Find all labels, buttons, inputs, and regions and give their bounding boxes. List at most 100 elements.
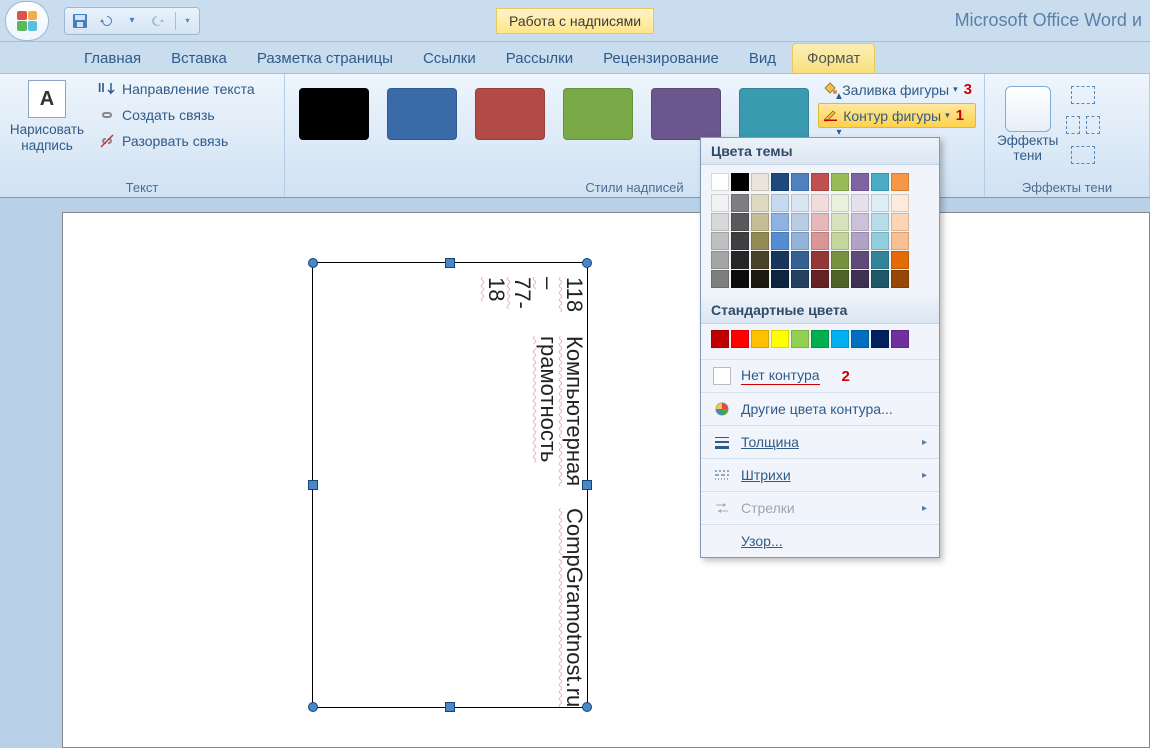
style-thumb[interactable] bbox=[739, 88, 809, 140]
style-thumb[interactable] bbox=[563, 88, 633, 140]
theme-tint-swatch[interactable] bbox=[791, 232, 809, 250]
theme-tint-swatch[interactable] bbox=[731, 270, 749, 288]
standard-color-swatch[interactable] bbox=[891, 330, 909, 348]
style-thumb[interactable] bbox=[299, 88, 369, 140]
create-link-button[interactable]: Создать связь bbox=[94, 104, 259, 126]
theme-tint-swatch[interactable] bbox=[771, 270, 789, 288]
shadow-nudge-right-icon[interactable] bbox=[1086, 116, 1100, 134]
theme-tint-swatch[interactable] bbox=[871, 213, 889, 231]
resize-handle[interactable] bbox=[582, 480, 592, 490]
theme-tint-swatch[interactable] bbox=[731, 232, 749, 250]
theme-tint-swatch[interactable] bbox=[751, 270, 769, 288]
theme-color-swatch[interactable] bbox=[711, 173, 729, 191]
tab-layout[interactable]: Разметка страницы bbox=[243, 44, 407, 73]
theme-tint-swatch[interactable] bbox=[771, 194, 789, 212]
theme-color-swatch[interactable] bbox=[891, 173, 909, 191]
save-icon[interactable] bbox=[71, 12, 89, 30]
shape-outline-button[interactable]: Контур фигуры ▾ 1 bbox=[818, 103, 976, 128]
shadow-effects-button[interactable]: Эффекты тени bbox=[997, 86, 1058, 164]
standard-color-swatch[interactable] bbox=[811, 330, 829, 348]
theme-tint-swatch[interactable] bbox=[751, 194, 769, 212]
theme-tint-swatch[interactable] bbox=[891, 194, 909, 212]
theme-tint-swatch[interactable] bbox=[831, 251, 849, 269]
theme-tint-swatch[interactable] bbox=[791, 270, 809, 288]
standard-color-swatch[interactable] bbox=[771, 330, 789, 348]
theme-color-swatch[interactable] bbox=[731, 173, 749, 191]
theme-tint-swatch[interactable] bbox=[791, 213, 809, 231]
line-dashes-item[interactable]: Штрихи bbox=[701, 458, 939, 491]
theme-tint-swatch[interactable] bbox=[851, 194, 869, 212]
theme-tint-swatch[interactable] bbox=[891, 251, 909, 269]
no-outline-item[interactable]: Нет контура 2 bbox=[701, 359, 939, 392]
tab-mailings[interactable]: Рассылки bbox=[492, 44, 587, 73]
line-pattern-item[interactable]: Узор... bbox=[701, 524, 939, 557]
standard-color-swatch[interactable] bbox=[711, 330, 729, 348]
line-weight-item[interactable]: Толщина bbox=[701, 425, 939, 458]
theme-tint-swatch[interactable] bbox=[831, 270, 849, 288]
theme-tint-swatch[interactable] bbox=[771, 232, 789, 250]
resize-handle[interactable] bbox=[308, 702, 318, 712]
style-thumb[interactable] bbox=[387, 88, 457, 140]
resize-handle[interactable] bbox=[308, 480, 318, 490]
theme-tint-swatch[interactable] bbox=[751, 251, 769, 269]
shadow-nudge-left-icon[interactable] bbox=[1066, 116, 1080, 134]
theme-tint-swatch[interactable] bbox=[791, 251, 809, 269]
standard-color-swatch[interactable] bbox=[831, 330, 849, 348]
redo-icon[interactable] bbox=[149, 12, 167, 30]
theme-tint-swatch[interactable] bbox=[711, 232, 729, 250]
qat-customize-icon[interactable]: ▾ bbox=[175, 12, 193, 30]
resize-handle[interactable] bbox=[445, 702, 455, 712]
theme-tint-swatch[interactable] bbox=[811, 194, 829, 212]
standard-color-swatch[interactable] bbox=[731, 330, 749, 348]
style-thumb[interactable] bbox=[651, 88, 721, 140]
theme-tint-swatch[interactable] bbox=[751, 232, 769, 250]
theme-tint-swatch[interactable] bbox=[771, 213, 789, 231]
theme-color-swatch[interactable] bbox=[811, 173, 829, 191]
theme-tint-swatch[interactable] bbox=[771, 251, 789, 269]
theme-tint-swatch[interactable] bbox=[811, 232, 829, 250]
shadow-nudge-up-icon[interactable] bbox=[1071, 86, 1095, 104]
more-outline-colors-item[interactable]: Другие цвета контура... bbox=[701, 392, 939, 425]
theme-tint-swatch[interactable] bbox=[751, 213, 769, 231]
theme-color-swatch[interactable] bbox=[791, 173, 809, 191]
theme-tint-swatch[interactable] bbox=[851, 213, 869, 231]
theme-tint-swatch[interactable] bbox=[871, 270, 889, 288]
theme-tint-swatch[interactable] bbox=[831, 213, 849, 231]
theme-tint-swatch[interactable] bbox=[851, 232, 869, 250]
resize-handle[interactable] bbox=[582, 702, 592, 712]
theme-tint-swatch[interactable] bbox=[831, 194, 849, 212]
theme-color-swatch[interactable] bbox=[751, 173, 769, 191]
standard-color-swatch[interactable] bbox=[871, 330, 889, 348]
tab-view[interactable]: Вид bbox=[735, 44, 790, 73]
resize-handle[interactable] bbox=[582, 258, 592, 268]
theme-tint-swatch[interactable] bbox=[871, 251, 889, 269]
undo-icon[interactable] bbox=[97, 12, 115, 30]
theme-tint-swatch[interactable] bbox=[811, 213, 829, 231]
tab-references[interactable]: Ссылки bbox=[409, 44, 490, 73]
resize-handle[interactable] bbox=[308, 258, 318, 268]
shape-fill-button[interactable]: Заливка фигуры ▾ 3 bbox=[818, 78, 976, 101]
text-direction-button[interactable]: ll Направление текста bbox=[94, 78, 259, 100]
theme-tint-swatch[interactable] bbox=[891, 213, 909, 231]
document-page[interactable]: 118 – 77- 18 Компьютерная грамотность Co… bbox=[62, 212, 1150, 748]
theme-tint-swatch[interactable] bbox=[811, 270, 829, 288]
theme-tint-swatch[interactable] bbox=[851, 251, 869, 269]
theme-tint-swatch[interactable] bbox=[871, 194, 889, 212]
theme-color-swatch[interactable] bbox=[871, 173, 889, 191]
tab-format[interactable]: Формат bbox=[792, 43, 875, 73]
draw-textbox-button[interactable]: A Нарисовать надпись bbox=[6, 78, 88, 155]
theme-tint-swatch[interactable] bbox=[791, 194, 809, 212]
theme-tint-swatch[interactable] bbox=[711, 251, 729, 269]
theme-tint-swatch[interactable] bbox=[851, 270, 869, 288]
standard-color-swatch[interactable] bbox=[851, 330, 869, 348]
theme-color-swatch[interactable] bbox=[831, 173, 849, 191]
tab-home[interactable]: Главная bbox=[70, 44, 155, 73]
theme-color-swatch[interactable] bbox=[851, 173, 869, 191]
shadow-nudge-down-icon[interactable] bbox=[1071, 146, 1095, 164]
undo-more-icon[interactable]: ▾ bbox=[123, 12, 141, 30]
standard-color-swatch[interactable] bbox=[791, 330, 809, 348]
theme-tint-swatch[interactable] bbox=[871, 232, 889, 250]
break-link-button[interactable]: Разорвать связь bbox=[94, 130, 259, 152]
theme-tint-swatch[interactable] bbox=[831, 232, 849, 250]
theme-tint-swatch[interactable] bbox=[891, 270, 909, 288]
